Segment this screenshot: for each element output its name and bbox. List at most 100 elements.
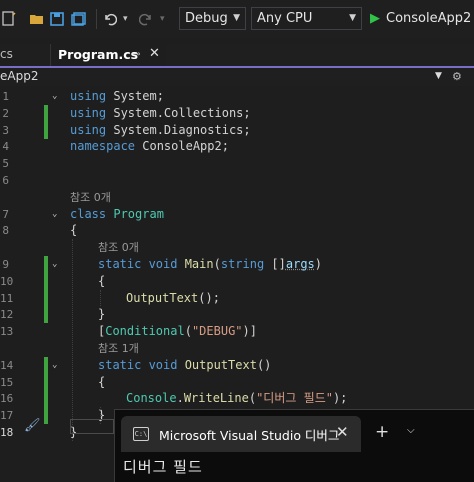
code-token: Program [113, 206, 164, 221]
code-token: using [70, 89, 114, 103]
new-tab-icon[interactable]: + [375, 422, 389, 442]
code-token: WriteLine [183, 391, 249, 406]
close-tab-icon[interactable]: ✕ [149, 43, 160, 64]
code-text: { [70, 222, 77, 239]
code-text: using System; [70, 88, 164, 105]
close-icon[interactable]: ✕ [336, 423, 349, 441]
change-marker [44, 407, 48, 425]
save-all-icon[interactable] [71, 9, 87, 29]
code-token: void [148, 257, 185, 271]
fold-toggle-icon[interactable]: ⌄ [52, 357, 57, 374]
reference-count[interactable]: 참조 0개 [70, 189, 111, 206]
code-token: { [70, 223, 78, 238]
change-marker [44, 256, 48, 273]
save-icon[interactable] [50, 9, 64, 29]
chevron-down-icon[interactable]: ▼ [435, 68, 442, 85]
code-line: 2 using System.Collections; [0, 104, 474, 122]
code-line: 1 ⌄ using System; [0, 88, 474, 105]
members-dropdown-icon[interactable]: ⚙ [452, 68, 462, 85]
code-text: { [98, 273, 105, 290]
line-number: 1 [2, 90, 9, 103]
code-text: using System.Diagnostics; [70, 122, 251, 139]
platform-dropdown[interactable]: Any CPU ▼ [251, 7, 362, 30]
line-number: 15 [0, 375, 14, 389]
code-token: "DEBUG" [191, 324, 243, 339]
code-line: 6 [0, 172, 474, 189]
platform-value: Any CPU [257, 11, 313, 26]
code-token: Console [126, 391, 177, 406]
code-token: ) [314, 257, 323, 271]
code-token: class [70, 206, 114, 221]
code-line: 4 namespace ConsoleApp2; [0, 138, 474, 155]
quick-actions-brush-icon[interactable]: 🖌 [24, 418, 41, 433]
reference-count[interactable]: 참조 0개 [98, 239, 139, 256]
code-token: )] [242, 324, 257, 339]
line-number: 13 [0, 325, 14, 339]
code-text: } [98, 306, 105, 323]
undo-dropdown-icon[interactable]: ▾ [123, 9, 128, 29]
line-number: 5 [2, 157, 9, 171]
new-item-icon[interactable] [2, 9, 16, 29]
console-tab-title: Microsoft Visual Studio 디버그 [159, 428, 340, 443]
code-token: Main [184, 257, 214, 271]
fold-toggle-icon[interactable]: ⌄ [52, 206, 57, 223]
code-token: ); [332, 391, 348, 406]
code-text: namespace ConsoleApp2; [70, 138, 229, 155]
indent-guide [72, 239, 73, 441]
chevron-down-icon[interactable]: ⌵ [407, 425, 415, 436]
document-tab-strip: cs Program.cs ⊸ ✕ [0, 44, 474, 68]
code-text: Console.WriteLine("디버그 필드"); [126, 390, 347, 407]
console-tab[interactable]: C:\ Microsoft Visual Studio 디버그 ✕ [121, 416, 361, 452]
code-token: { [98, 273, 106, 288]
codelens-row: 참조 0개 [0, 189, 474, 206]
code-token: using [70, 105, 114, 120]
code-text: using System.Collections; [70, 105, 251, 122]
redo-dropdown-icon[interactable]: ▾ [160, 9, 165, 29]
open-folder-icon[interactable] [29, 9, 45, 29]
chevron-down-icon: ▼ [233, 13, 240, 23]
code-token: static [98, 257, 149, 271]
pin-icon[interactable]: ⊸ [132, 44, 140, 65]
code-token: ConsoleApp2; [142, 139, 229, 154]
navigation-bar: eApp2 ▼ ⚙ [0, 68, 474, 87]
reference-count[interactable]: 참조 1개 [98, 340, 139, 357]
change-marker [44, 272, 48, 290]
change-marker [44, 121, 48, 139]
fold-toggle-icon[interactable]: ⌄ [52, 256, 57, 273]
tab-label: cs [0, 47, 13, 61]
line-number: 4 [2, 140, 9, 154]
line-number: 8 [2, 224, 9, 238]
configuration-value: Debug [185, 11, 228, 26]
line-number: 17 [0, 409, 14, 423]
code-text: class Program [70, 206, 164, 223]
line-number: 3 [2, 123, 9, 137]
project-dropdown[interactable]: eApp2 [0, 69, 38, 83]
change-marker [44, 373, 48, 391]
console-output: 디버그 필드 [123, 458, 203, 476]
start-debugging-button[interactable]: ▶ ConsoleApp2 [370, 7, 471, 30]
tab-program-cs[interactable]: Program.cs ⊸ ✕ [52, 44, 166, 66]
code-line: 7 ⌄ class Program [0, 206, 474, 223]
redo-icon[interactable] [139, 9, 153, 29]
line-number: 10 [0, 274, 14, 288]
fold-toggle-icon[interactable]: ⌄ [52, 88, 57, 105]
undo-icon[interactable] [103, 9, 117, 29]
tab-inactive-file[interactable]: cs [0, 44, 51, 66]
change-marker [44, 390, 48, 408]
line-number: 6 [2, 174, 9, 187]
code-token: . [176, 391, 184, 406]
indent-guide [100, 289, 101, 307]
line-number: 12 [0, 308, 14, 322]
code-token: ( [213, 257, 221, 271]
current-line-highlight [70, 419, 114, 434]
line-number: 18 [0, 426, 14, 439]
play-icon: ▶ [370, 11, 380, 26]
code-token: string [220, 257, 272, 271]
debug-console-window: C:\ Microsoft Visual Studio 디버그 ✕ + ⌵ 디버… [114, 409, 474, 482]
line-number: 7 [2, 207, 9, 221]
code-line: 3 using System.Diagnostics; [0, 121, 474, 139]
configuration-dropdown[interactable]: Debug ▼ [179, 7, 246, 30]
code-token: { [98, 374, 106, 389]
code-text: static void OutputText() [98, 357, 271, 374]
main-toolbar: ▾ ▾ Debug ▼ Any CPU ▼ ▶ ConsoleApp2 [0, 0, 474, 38]
